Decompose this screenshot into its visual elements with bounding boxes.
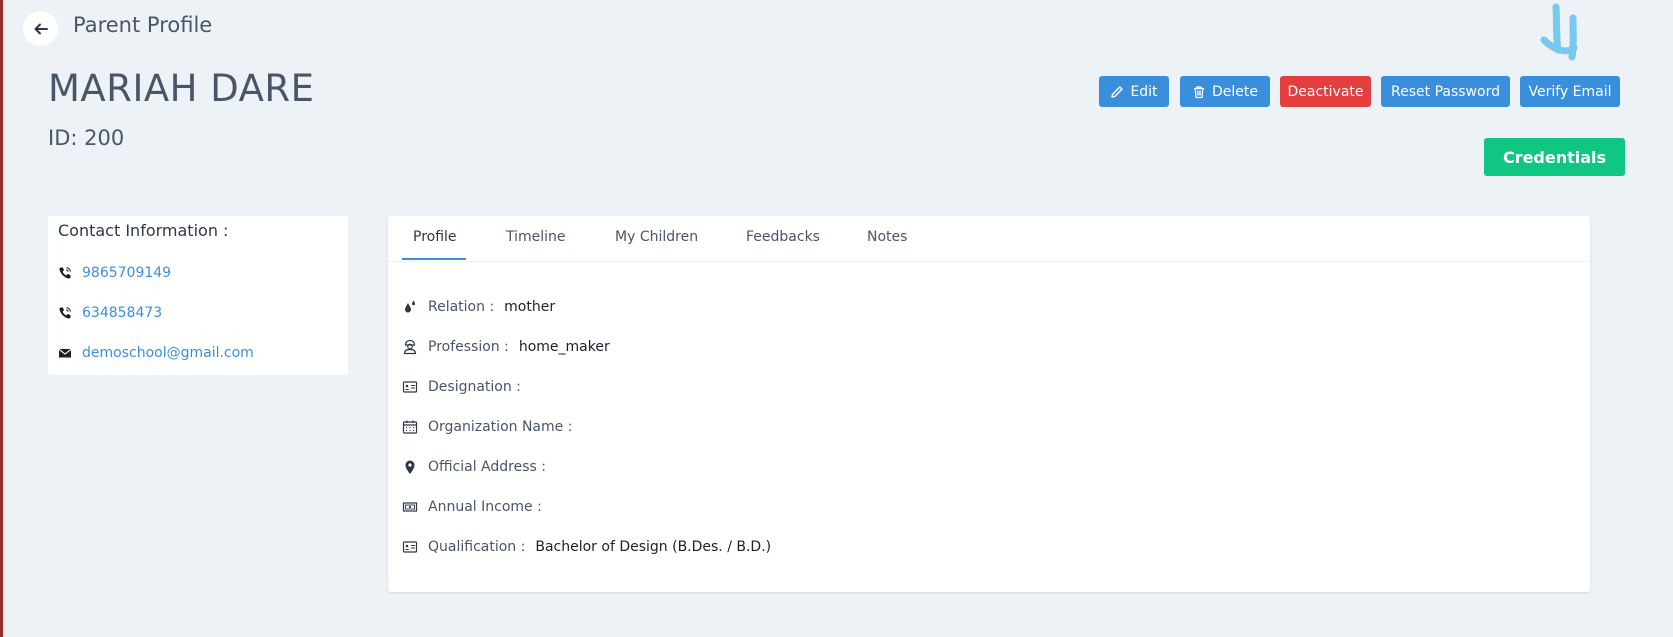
field-value: mother: [504, 299, 556, 315]
verify-email-button[interactable]: Verify Email: [1520, 76, 1620, 107]
contact-information-card: Contact Information : 9865709149 6348584…: [48, 216, 348, 375]
field-annual-income: Annual Income :: [402, 497, 552, 517]
delete-button-label: Delete: [1212, 83, 1258, 100]
tab-notes[interactable]: Notes: [867, 229, 907, 245]
arrow-left-icon: [34, 23, 48, 34]
field-value: Bachelor of Design (B.Des. / B.D.): [535, 539, 772, 555]
envelope-icon: [58, 348, 72, 358]
parent-id-value: 200: [84, 126, 125, 150]
trash-icon: [1194, 85, 1204, 98]
money-icon: [402, 499, 418, 515]
reset-password-button[interactable]: Reset Password: [1381, 76, 1510, 107]
field-label: Designation :: [428, 379, 521, 395]
id-card-icon: [402, 539, 418, 555]
deactivate-button-label: Deactivate: [1287, 83, 1364, 100]
profile-card: Profile Timeline My Children Feedbacks N…: [388, 216, 1590, 592]
contact-phone-row: 9865709149: [58, 265, 171, 281]
field-relation: Relation : mother: [402, 297, 555, 317]
field-designation: Designation :: [402, 377, 531, 397]
deactivate-button[interactable]: Deactivate: [1280, 76, 1371, 107]
page-title: Parent Profile: [73, 13, 213, 37]
drops-icon: [402, 299, 418, 315]
scribble-annotation: [1540, 3, 1578, 61]
delete-button[interactable]: Delete: [1180, 76, 1270, 107]
left-edge-strip: [0, 0, 3, 637]
tab-my-children[interactable]: My Children: [615, 229, 698, 245]
field-qualification: Qualification : Bachelor of Design (B.De…: [402, 537, 771, 557]
field-label: Relation :: [428, 299, 495, 315]
field-label: Organization Name :: [428, 419, 573, 435]
field-profession: Profession : home_maker: [402, 337, 610, 357]
profile-tabs: Profile Timeline My Children Feedbacks N…: [388, 216, 1590, 262]
contact-phone-link[interactable]: 9865709149: [82, 265, 171, 281]
edit-button[interactable]: Edit: [1099, 76, 1169, 107]
field-label: Annual Income :: [428, 499, 542, 515]
active-tab-indicator: [402, 258, 466, 260]
pencil-icon: [1111, 85, 1124, 98]
id-card-icon: [402, 379, 418, 395]
credentials-button[interactable]: Credentials: [1484, 138, 1625, 176]
contact-email-row: demoschool@gmail.com: [58, 345, 254, 361]
worker-icon: [402, 339, 418, 355]
edit-button-label: Edit: [1130, 83, 1158, 100]
contact-phone-link[interactable]: 634858473: [82, 305, 162, 321]
phone-icon: [59, 307, 71, 319]
field-official-address: Official Address :: [402, 457, 556, 477]
field-label: Qualification :: [428, 539, 526, 555]
contact-phone-row: 634858473: [58, 305, 162, 321]
field-label: Profession :: [428, 339, 509, 355]
back-button[interactable]: [23, 11, 58, 46]
map-pin-icon: [402, 459, 418, 475]
calendar-icon: [402, 419, 418, 435]
field-value: home_maker: [518, 339, 610, 355]
parent-id: ID: 200: [48, 126, 124, 150]
contact-information-title: Contact Information :: [58, 221, 229, 240]
tab-timeline[interactable]: Timeline: [506, 229, 566, 245]
contact-email-link[interactable]: demoschool@gmail.com: [82, 345, 254, 361]
tab-profile[interactable]: Profile: [413, 229, 457, 245]
tab-feedbacks[interactable]: Feedbacks: [746, 229, 820, 245]
phone-icon: [59, 267, 71, 279]
field-label: Official Address :: [428, 459, 546, 475]
field-organization-name: Organization Name :: [402, 417, 582, 437]
parent-id-label: ID:: [48, 126, 78, 150]
credentials-button-label: Credentials: [1502, 147, 1607, 167]
parent-name: MARIAH DARE: [48, 67, 315, 110]
reset-password-button-label: Reset Password: [1391, 83, 1500, 100]
verify-email-button-label: Verify Email: [1528, 83, 1612, 100]
